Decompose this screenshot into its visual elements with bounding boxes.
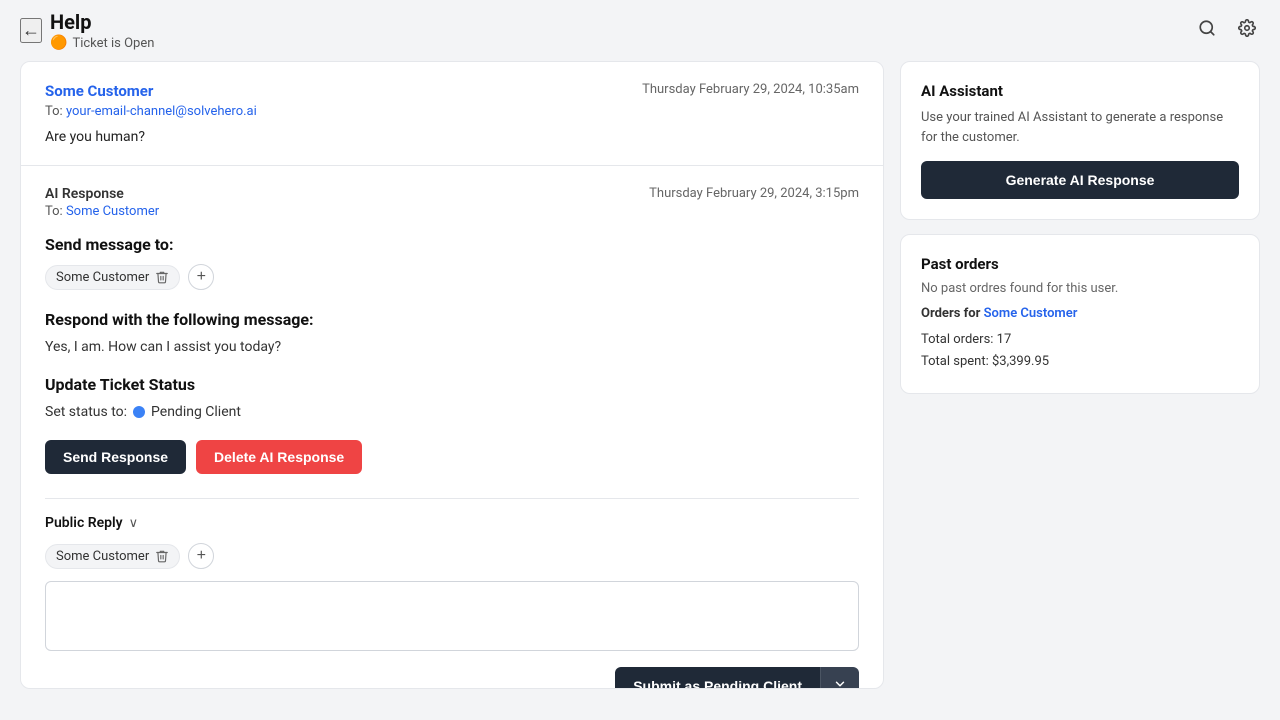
reply-recipient-name: Some Customer (56, 549, 149, 564)
ai-action-buttons: Send Response Delete AI Response (45, 440, 859, 474)
status-value: Pending Client (151, 404, 241, 420)
remove-reply-recipient-button[interactable] (155, 549, 169, 563)
search-icon (1198, 21, 1216, 41)
past-orders-stats: Total orders: 17 Total spent: $3,399.95 (921, 329, 1239, 373)
send-response-button[interactable]: Send Response (45, 440, 186, 474)
respond-title: Respond with the following message: (45, 310, 859, 329)
ai-response-block: AI Response Thursday February 29, 2024, … (21, 166, 883, 689)
submit-dropdown-button[interactable] (820, 667, 859, 689)
delete-ai-response-button[interactable]: Delete AI Response (196, 440, 362, 474)
recipient-tags: Some Customer + (45, 264, 859, 290)
public-reply-header[interactable]: Public Reply ∨ (45, 515, 859, 531)
sender-name[interactable]: Some Customer (45, 82, 153, 100)
right-panel: AI Assistant Use your trained AI Assista… (900, 61, 1260, 689)
send-to-title: Send message to: (45, 235, 859, 254)
public-reply-title: Public Reply (45, 515, 123, 531)
reply-recipient-tags: Some Customer + (45, 543, 859, 569)
add-reply-recipient-button[interactable]: + (188, 543, 214, 569)
generate-ai-response-button[interactable]: Generate AI Response (921, 161, 1239, 199)
message-body: Are you human? (45, 129, 859, 145)
public-reply-section: Public Reply ∨ Some Customer + (45, 515, 859, 689)
topbar-left: ← Help 🟠 Ticket is Open (20, 10, 154, 51)
ticket-status-badge: 🟠 Ticket is Open (50, 35, 154, 51)
chevron-down-icon: ∨ (129, 516, 139, 531)
update-status-section: Update Ticket Status Set status to: Pend… (45, 375, 859, 420)
message-to-email[interactable]: your-email-channel@solvehero.ai (66, 104, 257, 119)
send-to-section: Send message to: Some Customer + (45, 235, 859, 290)
submit-as-pending-button[interactable]: Submit as Pending Client (615, 667, 820, 689)
ai-response-title: AI Response (45, 186, 124, 202)
ai-response-time: Thursday February 29, 2024, 3:15pm (649, 186, 859, 201)
settings-button[interactable] (1234, 15, 1260, 46)
main-layout: Some Customer Thursday February 29, 2024… (0, 61, 1280, 709)
message-to-label: To: (45, 104, 63, 119)
orders-for-label: Orders for (921, 306, 980, 321)
page-title: Help (50, 10, 154, 34)
orders-customer-link[interactable]: Some Customer (984, 306, 1078, 321)
add-recipient-button[interactable]: + (188, 264, 214, 290)
ai-response-to-name[interactable]: Some Customer (66, 204, 159, 219)
past-orders-customer: Orders for Some Customer (921, 306, 1239, 321)
message-header: Some Customer Thursday February 29, 2024… (45, 82, 859, 100)
total-spent: Total spent: $3,399.95 (921, 351, 1239, 373)
respond-section: Respond with the following message: Yes,… (45, 310, 859, 355)
ai-response-to-label: To: (45, 204, 63, 219)
reply-recipient-tag: Some Customer (45, 544, 180, 569)
status-dot-blue-icon (133, 406, 145, 418)
remove-recipient-button[interactable] (155, 270, 169, 284)
ai-assistant-card: AI Assistant Use your trained AI Assista… (900, 61, 1260, 220)
topbar-title-group: Help 🟠 Ticket is Open (50, 10, 154, 51)
customer-message-block: Some Customer Thursday February 29, 2024… (21, 62, 883, 166)
recipient-tag: Some Customer (45, 265, 180, 290)
total-orders: Total orders: 17 (921, 329, 1239, 351)
reply-actions: Submit as Pending Client (45, 667, 859, 689)
topbar: ← Help 🟠 Ticket is Open (0, 0, 1280, 61)
past-orders-no-data: No past ordres found for this user. (921, 281, 1239, 296)
past-orders-title: Past orders (921, 255, 1239, 273)
ticket-status-dot: 🟠 (50, 35, 67, 51)
reply-textarea[interactable] (45, 581, 859, 651)
update-status-title: Update Ticket Status (45, 375, 859, 394)
recipient-name: Some Customer (56, 270, 149, 285)
status-row: Set status to: Pending Client (45, 404, 859, 420)
message-time: Thursday February 29, 2024, 10:35am (642, 82, 859, 97)
divider (45, 498, 859, 499)
submit-btn-group: Submit as Pending Client (615, 667, 859, 689)
ai-assistant-description: Use your trained AI Assistant to generat… (921, 108, 1239, 147)
ai-response-to: To: Some Customer (45, 204, 859, 219)
settings-icon (1238, 21, 1256, 41)
respond-message: Yes, I am. How can I assist you today? (45, 339, 859, 355)
dropdown-arrow-icon (833, 677, 847, 689)
ai-assistant-title: AI Assistant (921, 82, 1239, 100)
left-panel: Some Customer Thursday February 29, 2024… (20, 61, 884, 689)
message-to: To: your-email-channel@solvehero.ai (45, 104, 859, 119)
ai-response-header: AI Response Thursday February 29, 2024, … (45, 186, 859, 202)
set-status-label: Set status to: (45, 404, 127, 420)
ticket-status-label: Ticket is Open (72, 36, 154, 51)
back-button[interactable]: ← (20, 18, 42, 43)
past-orders-card: Past orders No past ordres found for thi… (900, 234, 1260, 394)
search-button[interactable] (1194, 15, 1220, 46)
topbar-right (1194, 15, 1260, 46)
